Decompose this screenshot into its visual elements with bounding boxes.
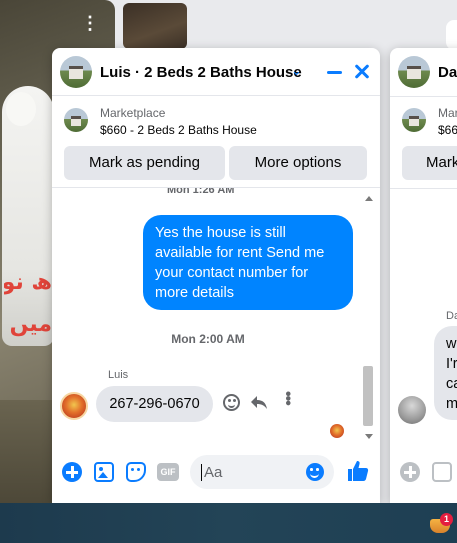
incoming-message[interactable]: w I'r ca m xyxy=(434,326,457,420)
taskbar xyxy=(0,503,457,543)
chevron-down-icon[interactable]: ⌄ xyxy=(291,63,302,79)
scrollbar[interactable] xyxy=(363,196,375,440)
photo-icon[interactable] xyxy=(94,462,114,482)
marketplace-label: Marl xyxy=(438,106,457,120)
mark-as-pending-button[interactable]: Mark xyxy=(402,146,457,180)
more-vertical-icon[interactable]: ••• xyxy=(279,391,296,405)
listing-summary[interactable]: $66 xyxy=(438,123,457,137)
composer: GIF Aa xyxy=(52,444,380,503)
photo-icon[interactable] xyxy=(432,462,452,482)
timestamp: Mon 1:26 AM xyxy=(167,188,235,196)
listing-avatar[interactable] xyxy=(60,56,92,88)
background-head xyxy=(6,92,36,126)
minimize-icon[interactable] xyxy=(324,60,346,82)
marketplace-label: Marketplace xyxy=(100,106,166,120)
message-list[interactable]: Mon 1:26 AM Yes the house is still avail… xyxy=(52,188,380,444)
chat-header[interactable]: Luis · 2 Beds 2 Baths House ⌄ xyxy=(52,48,380,96)
background-caption-2: میں کی xyxy=(4,312,52,337)
emoji-icon[interactable] xyxy=(306,463,324,481)
sender-name: Luis xyxy=(108,369,129,381)
message-input[interactable]: Aa xyxy=(190,455,334,489)
chat-window: Luis · 2 Beds 2 Baths House ⌄ Marketplac… xyxy=(52,48,380,503)
message-placeholder: Aa xyxy=(204,464,223,481)
sender-name: Da xyxy=(446,310,457,322)
message-line: m xyxy=(446,396,457,412)
divider xyxy=(390,188,457,189)
outgoing-message[interactable]: Yes the house is still available for ren… xyxy=(143,215,353,310)
scroll-down-arrow-icon[interactable] xyxy=(365,434,373,439)
divider xyxy=(390,96,457,97)
scrollbar-thumb[interactable] xyxy=(363,366,373,426)
message-line: w xyxy=(446,336,457,352)
sender-avatar[interactable] xyxy=(398,396,426,424)
incoming-message[interactable]: 267-296-0670 xyxy=(96,386,213,422)
message-line: ca xyxy=(446,376,457,392)
listing-thumbnail[interactable] xyxy=(402,108,426,132)
marketplace-card: Marketplace $660 - 2 Beds 2 Baths House … xyxy=(52,96,380,188)
plus-icon[interactable] xyxy=(62,462,82,482)
background-card-edge xyxy=(446,20,457,50)
listing-avatar[interactable] xyxy=(398,56,430,88)
listing-summary[interactable]: $660 - 2 Beds 2 Baths House xyxy=(100,123,257,137)
close-icon[interactable] xyxy=(351,60,373,82)
tray-app-icon[interactable]: 1 xyxy=(430,513,453,535)
message-line: I'r xyxy=(446,356,457,372)
chat-window-secondary: Da Marl $66 Mark Da w I'r ca m xyxy=(390,48,457,503)
chat-title[interactable]: Da xyxy=(438,64,457,81)
scroll-up-arrow-icon[interactable] xyxy=(365,196,373,201)
more-options-button[interactable]: More options xyxy=(229,146,367,180)
text-caret xyxy=(201,464,202,481)
background-figure xyxy=(2,86,54,346)
sticker-icon[interactable] xyxy=(126,462,146,482)
notification-badge: 1 xyxy=(440,513,453,526)
listing-thumbnail[interactable] xyxy=(64,108,88,132)
thumbs-up-icon[interactable] xyxy=(346,459,370,483)
react-emoji-icon[interactable] xyxy=(223,394,240,411)
timestamp: Mon 2:00 AM xyxy=(171,332,245,346)
more-vertical-icon[interactable]: ⋮ xyxy=(78,12,102,36)
gif-icon[interactable]: GIF xyxy=(157,463,179,481)
background-thumbnail[interactable] xyxy=(123,3,187,49)
chat-title[interactable]: Luis · 2 Beds 2 Baths House xyxy=(100,64,302,81)
sender-avatar[interactable] xyxy=(60,392,88,420)
background-caption-1: ھ نور xyxy=(4,270,52,295)
mark-as-pending-button[interactable]: Mark as pending xyxy=(64,146,225,180)
plus-icon[interactable] xyxy=(400,462,420,482)
seen-indicator-avatar xyxy=(330,424,344,438)
reply-icon[interactable] xyxy=(250,393,268,411)
